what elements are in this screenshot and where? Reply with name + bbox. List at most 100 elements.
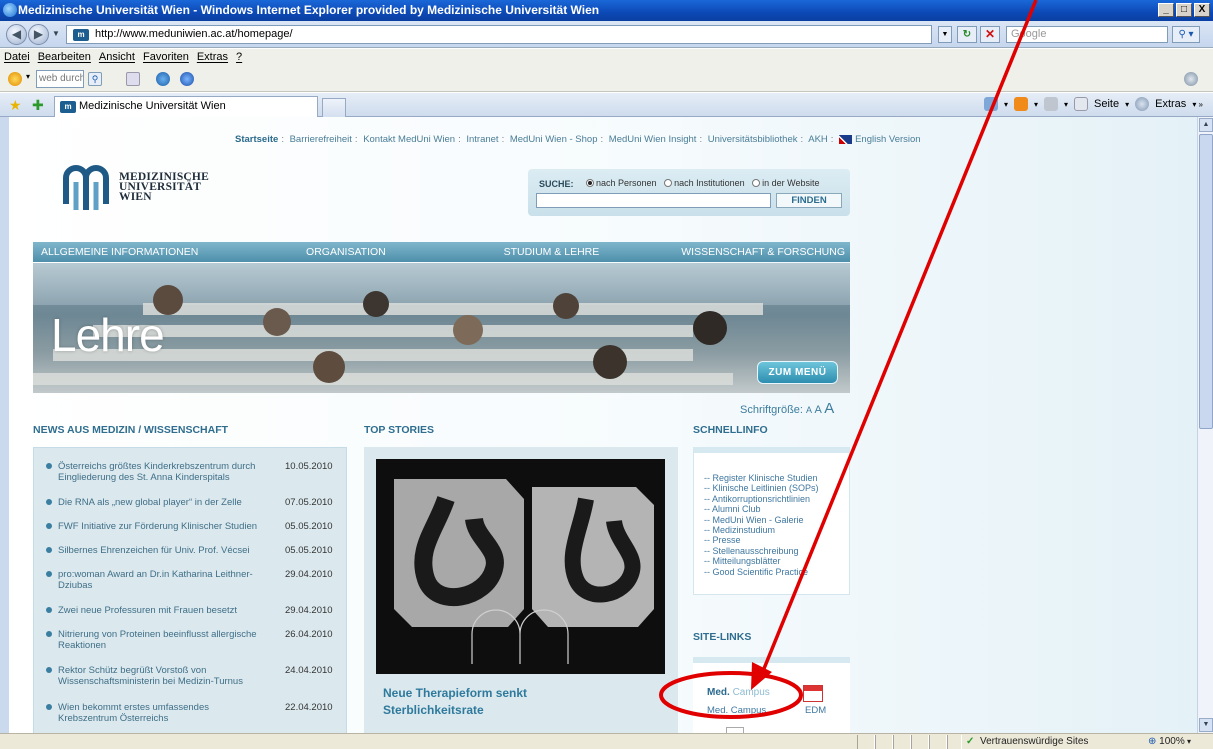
ie-logo-icon [3,3,17,17]
university-logo[interactable]: MEDIZINISCHE UNIVERSITÄT WIEN [62,164,232,219]
link-bibliothek[interactable]: Universitätsbibliothek [708,134,798,145]
favorites-star-icon[interactable]: ★ [9,97,22,114]
hero-person [693,311,727,345]
schnellinfo-link[interactable]: -- Antikorruptionsrichtlinien [704,494,819,504]
maximize-button[interactable]: □ [1176,3,1192,17]
rss-feed-icon[interactable] [1014,97,1028,111]
menu-datei[interactable]: Datei [4,49,30,66]
schnellinfo-link[interactable]: -- Presse [704,535,819,545]
link-insight[interactable]: MedUni Wien Insight [609,134,697,145]
font-size-medium[interactable]: A [815,404,822,416]
security-zone[interactable]: Vertrauenswürdige Sites [962,734,1137,749]
tab-title: Medizinische Universität Wien [79,100,226,112]
nav-organisation[interactable]: ORGANISATION [306,242,504,262]
toolbar-search-icon[interactable]: ⚲ [88,72,102,86]
scroll-down-icon[interactable]: ▼ [1199,718,1213,732]
link-kontakt[interactable]: Kontakt MedUni Wien [363,134,455,145]
schnellinfo-link[interactable]: -- MedUni Wien - Galerie [704,515,819,525]
medcampus-logo[interactable]: Med. Campus [707,687,770,698]
minimize-button[interactable]: _ [1158,3,1174,17]
link-intranet[interactable]: Intranet [466,134,498,145]
status-cell [893,735,911,749]
hero-person [453,315,483,345]
site-search-input[interactable] [536,193,771,208]
tools-menu[interactable]: Extras [1155,98,1186,110]
new-tab-button[interactable] [322,98,346,117]
top-story-image[interactable] [376,459,665,674]
add-favorites-icon[interactable]: ✚ [32,97,44,114]
toolbar-help-icon[interactable] [180,72,194,86]
link-akh[interactable]: AKH [808,134,828,145]
bullet-icon [46,607,52,613]
finden-button[interactable]: FINDEN [776,193,842,208]
print-icon[interactable] [1044,97,1059,111]
link-english[interactable]: English Version [855,134,920,145]
hero-desk-row [93,325,693,337]
back-arrow-icon[interactable]: ◀ [6,24,27,45]
search-label: SUCHE: [539,179,574,189]
vertical-scrollbar[interactable]: ▲ ▼ [1197,117,1213,733]
font-size-small[interactable]: A [806,405,812,415]
schnellinfo-link[interactable]: -- Medizinstudium [704,525,819,535]
nav-studium-lehre[interactable]: STUDIUM & LEHRE [504,242,682,262]
radio-institutionen[interactable] [664,179,673,187]
top-story-caption[interactable]: Neue Therapieform senkt Sterblichkeitsra… [383,685,653,719]
top-stories-panel: Neue Therapieform senkt Sterblichkeitsra… [364,447,678,733]
zum-menu-button[interactable]: ZUM MENÜ [757,361,838,384]
menu-help[interactable]: ? [236,49,242,66]
page-menu[interactable]: Seite [1094,98,1119,110]
toolbar-globe-icon[interactable] [156,72,170,86]
radio-personen[interactable] [586,179,594,187]
address-bar: ◀ ▶ ▼ m http://www.meduniwien.ac.at/home… [0,21,1213,48]
tab-row: ★ ✚ m Medizinische Universität Wien ▾ ▾ … [0,93,1213,117]
schnellinfo-link[interactable]: -- Good Scientific Practice [704,567,819,577]
link-startseite[interactable]: Startseite [235,134,278,145]
schnellinfo-link[interactable]: -- Stellenausschreibung [704,546,819,556]
link-barrierefreiheit[interactable]: Barrierefreiheit [290,134,352,145]
nav-wissenschaft-forschung[interactable]: WISSENSCHAFT & FORSCHUNG [681,242,850,262]
meduni-logo-icon [63,165,109,210]
bullet-icon [46,523,52,529]
url-input[interactable]: m http://www.meduniwien.ac.at/homepage/ [66,25,932,44]
search-go-icon[interactable]: ⚲ ▾ [1172,26,1200,43]
scroll-thumb[interactable] [1199,134,1213,429]
nav-allgemeine-informationen[interactable]: ALLGEMEINE INFORMATIONEN [41,242,306,262]
refresh-icon[interactable]: ↻ [957,26,977,43]
window-title-bar: Medizinische Universität Wien - Windows … [0,0,1213,21]
medcampus-link[interactable]: Med. Campus [707,705,766,716]
scroll-up-icon[interactable]: ▲ [1199,118,1213,132]
edm-link[interactable]: EDM [805,705,826,716]
schnellinfo-heading: SCHNELLINFO [693,424,768,436]
schnellinfo-link[interactable]: -- Mitteilungsblätter [704,556,819,566]
window-controls: _ □ X [1158,3,1210,17]
link-shop[interactable]: MedUni Wien - Shop [510,134,598,145]
stop-icon[interactable]: ✕ [980,26,1000,43]
close-button[interactable]: X [1194,3,1210,17]
toolbar-dropdown-icon[interactable]: ▾ [26,72,30,81]
site-links-heading: SITE-LINKS [693,631,752,643]
bullet-icon [46,571,52,577]
status-cell [875,735,893,749]
home-icon[interactable] [983,97,998,111]
toolbar-tools-icon[interactable] [1184,72,1198,86]
font-size-control: Schriftgröße: A A A [740,400,834,417]
menu-favoriten[interactable]: Favoriten [143,49,189,66]
history-dropdown-icon[interactable]: ▼ [52,29,60,38]
schnellinfo-link[interactable]: -- Alumni Club [704,504,819,514]
toolbar-page-icon[interactable] [126,72,140,86]
radio-website[interactable] [752,179,761,187]
menu-extras[interactable]: Extras [197,49,228,66]
calendar-icon[interactable] [803,685,823,702]
schnellinfo-link[interactable]: -- Register Klinische Studien [704,473,819,483]
schnellinfo-link[interactable]: -- Klinische Leitlinien (SOPs) [704,483,819,493]
top-links: Startseite: Barrierefreiheit: Kontakt Me… [235,134,921,145]
zoom-level[interactable]: ⊕ 100% ▾ [1140,734,1210,749]
font-size-large[interactable]: A [824,400,834,417]
menu-ansicht[interactable]: Ansicht [99,49,135,66]
url-dropdown-icon[interactable]: ▼ [938,26,952,43]
tab-meduniwien[interactable]: m Medizinische Universität Wien [54,96,318,117]
forward-arrow-icon[interactable]: ▶ [28,24,49,45]
search-engine-input[interactable]: Google [1006,26,1168,43]
toolbar-search-input[interactable]: web durchsuc [36,70,84,88]
menu-bearbeiten[interactable]: Bearbeiten [38,49,91,66]
